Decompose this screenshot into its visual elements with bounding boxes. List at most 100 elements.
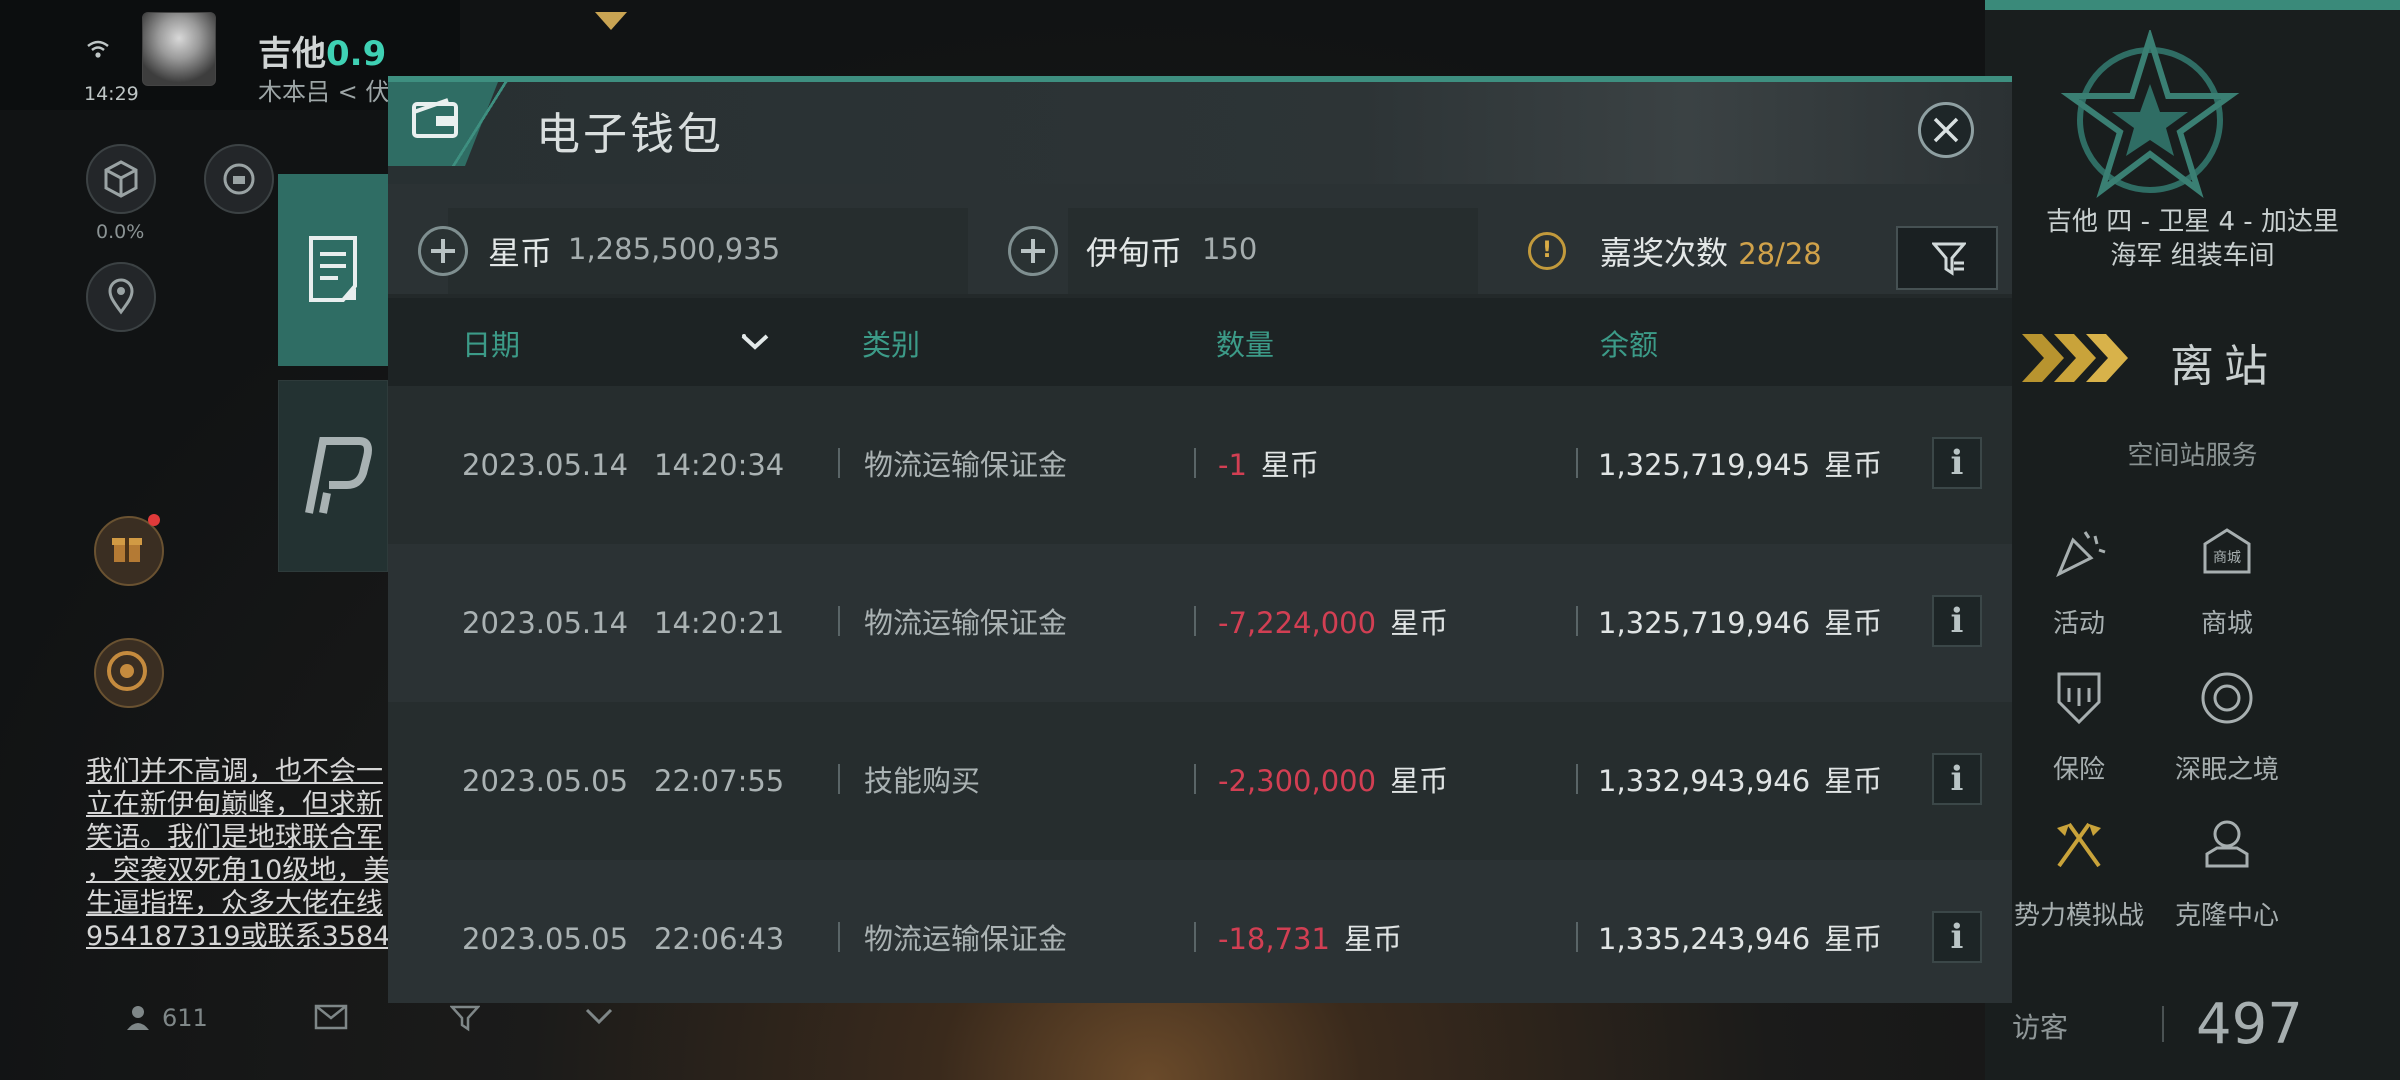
column-balance: 余额 <box>1600 328 1659 362</box>
player-name-text: 吉他 <box>258 34 326 74</box>
security-status: 0.9 <box>326 34 387 74</box>
svg-text:商城: 商城 <box>2213 550 2241 566</box>
undock-button[interactable]: 离站 <box>2170 330 2278 394</box>
plex-balance: 150 <box>1202 232 1258 266</box>
info-button[interactable]: i <box>1932 437 1982 489</box>
cargo-percent: 0.0% <box>96 221 145 243</box>
currency-bar: 星币 1,285,500,935 伊甸币 150 ! 嘉奖次数 28/28 <box>388 184 2012 294</box>
member-count: 611 <box>162 1004 208 1032</box>
undock-arrows-icon[interactable] <box>2020 330 2130 386</box>
service-label: 活动 <box>2052 609 2105 639</box>
service-label: 深眠之境 <box>2174 755 2279 785</box>
balance-unit: 星币 <box>1824 606 1883 640</box>
station-services-label: 空间站服务 <box>2127 441 2258 471</box>
column-amount: 数量 <box>1216 328 1275 362</box>
wallet-dialog: 电子钱包 星币 1,285,500,935 伊甸币 150 ! 嘉奖次数 28/… <box>388 76 2012 1003</box>
service-activity[interactable]: 活动 <box>2004 522 2154 640</box>
row-date: 2023.05.14 <box>462 448 629 482</box>
amount-unit: 星币 <box>1343 922 1402 956</box>
table-row[interactable]: 2023.05.05 22:06:43 物流运输保证金 -18,731 星币 1,… <box>388 860 2012 1003</box>
location-pin-icon[interactable] <box>86 262 156 332</box>
chat-line: 生逼指挥，众多大佬在线 <box>86 888 383 919</box>
chevron-down-icon[interactable] <box>584 1004 614 1032</box>
ring-icon <box>2201 672 2253 724</box>
info-button[interactable]: i <box>1932 753 1982 805</box>
service-clone-center[interactable]: 克隆中心 <box>2152 814 2302 932</box>
close-icon <box>1933 117 1959 143</box>
row-time: 22:07:55 <box>654 764 785 798</box>
notification-dot <box>148 514 160 526</box>
row-amount: -2,300,000 星币 <box>1218 702 1448 860</box>
info-button[interactable]: i <box>1932 595 1982 647</box>
chat-line: 954187319或联系35847 <box>86 921 391 952</box>
store-icon: 商城 <box>2203 528 2251 574</box>
close-button[interactable] <box>1918 102 1974 158</box>
sort-chevron-icon[interactable] <box>740 332 770 352</box>
plex-label: 伊甸币 <box>1086 234 1183 272</box>
row-category: 物流运输保证金 <box>864 448 1068 482</box>
row-time: 14:20:34 <box>654 448 785 482</box>
add-isk-button[interactable] <box>418 226 468 276</box>
divider <box>1576 448 1578 478</box>
dropdown-arrow-icon[interactable] <box>595 12 627 30</box>
party-popper-icon <box>2056 531 2106 578</box>
balance-value: 1,325,719,945 <box>1598 448 1811 482</box>
divider <box>1194 448 1196 478</box>
chat-line: 笑语。我们是地球联合军 <box>86 822 383 853</box>
service-deep-sleep[interactable]: 深眠之境 <box>2152 668 2302 786</box>
row-date: 2023.05.05 <box>462 922 629 956</box>
isk-label: 星币 <box>488 234 553 272</box>
amount-value: -18,731 <box>1218 922 1330 956</box>
info-button[interactable]: i <box>1932 911 1982 963</box>
mail-icon[interactable] <box>314 1004 348 1036</box>
service-insurance[interactable]: 保险 <box>2004 668 2154 786</box>
skills-icon[interactable] <box>204 144 274 214</box>
tab-plex[interactable] <box>278 380 388 572</box>
amount-value: -2,300,000 <box>1218 764 1377 798</box>
amount-unit: 星币 <box>1260 448 1319 482</box>
add-plex-button[interactable] <box>1008 226 1058 276</box>
service-store[interactable]: 商城 商城 <box>2152 522 2302 640</box>
station-panel-accent <box>1985 0 2400 10</box>
divider <box>1576 606 1578 636</box>
bonus-label: 嘉奖次数 <box>1600 234 1729 272</box>
player-avatar[interactable] <box>142 12 216 86</box>
plex-icon <box>305 437 372 514</box>
chat-line: ，突袭双死角10级地，美 <box>86 855 391 886</box>
service-faction-sim[interactable]: 势力模拟战 <box>2004 814 2154 932</box>
filter-button[interactable] <box>1896 226 1998 290</box>
radar-icon[interactable] <box>94 638 164 708</box>
chat-line: 我们并不高调，也不会一 <box>86 756 383 787</box>
divider <box>2162 1006 2164 1042</box>
row-time: 22:06:43 <box>654 922 785 956</box>
station-name: 吉他 四 - 卫星 4 - 加达里 海军 组装车间 <box>1985 205 2400 273</box>
divider <box>838 922 840 952</box>
station-emblem-icon <box>2060 30 2240 198</box>
chat-ad-text: 我们并不高调，也不会一 立在新伊甸巅峰，但求新 笑语。我们是地球联合军 ，突袭双… <box>86 755 391 975</box>
service-label: 保险 <box>2052 755 2105 785</box>
table-row[interactable]: 2023.05.14 14:20:34 物流运输保证金 -1 星币 1,325,7… <box>388 386 2012 544</box>
service-label: 势力模拟战 <box>2013 901 2144 931</box>
cargo-icon[interactable] <box>86 144 156 214</box>
table-row[interactable]: 2023.05.05 22:07:55 技能购买 -2,300,000 星币 1,… <box>388 702 2012 860</box>
row-balance: 1,332,943,946 星币 <box>1598 702 1882 860</box>
divider <box>838 448 840 478</box>
row-date: 2023.05.14 <box>462 606 629 640</box>
gift-icon[interactable] <box>94 516 164 586</box>
column-date[interactable]: 日期 <box>462 322 520 364</box>
members-icon[interactable] <box>126 1004 150 1038</box>
document-icon <box>309 236 357 302</box>
balance-value: 1,325,719,946 <box>1598 606 1811 640</box>
divider <box>838 606 840 636</box>
amount-value: -1 <box>1218 448 1247 482</box>
tab-transactions[interactable] <box>278 174 388 366</box>
table-row[interactable]: 2023.05.14 14:20:21 物流运输保证金 -7,224,000 星币… <box>388 544 2012 702</box>
divider <box>1576 764 1578 794</box>
dialog-title: 电子钱包 <box>536 109 724 160</box>
warning-icon[interactable]: ! <box>1528 232 1566 270</box>
row-time: 14:20:21 <box>654 606 785 640</box>
row-category: 物流运输保证金 <box>864 922 1068 956</box>
visitor-count: 497 <box>2196 992 2303 1057</box>
row-balance: 1,335,243,946 星币 <box>1598 860 1882 1003</box>
chat-filter-icon[interactable] <box>449 1004 481 1038</box>
